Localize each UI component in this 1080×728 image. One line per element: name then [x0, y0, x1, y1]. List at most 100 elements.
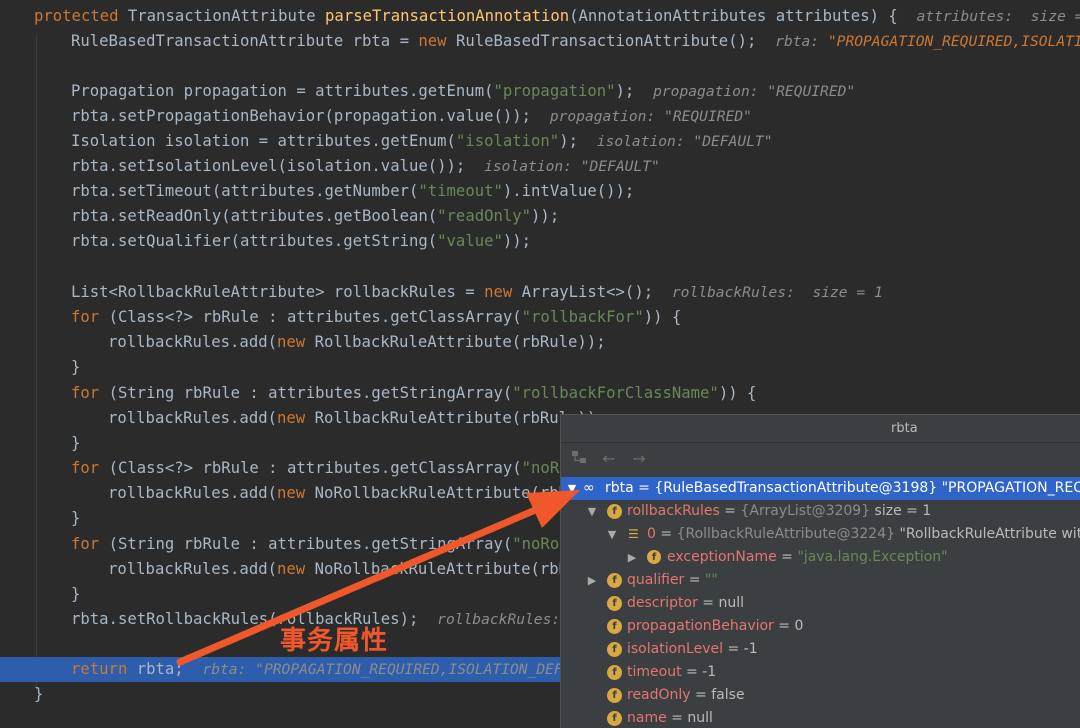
- node-name: exceptionName: [667, 549, 777, 565]
- code-line[interactable]: protected TransactionAttribute parseTran…: [34, 4, 1080, 29]
- code-token: }: [71, 434, 81, 452]
- code-line[interactable]: Propagation propagation = attributes.get…: [71, 79, 1080, 104]
- node-equals: =: [655, 526, 677, 542]
- forward-arrow-icon[interactable]: →: [629, 449, 649, 469]
- expand-arrow-icon[interactable]: ▼: [585, 500, 599, 523]
- list-item-icon: ☰: [628, 527, 639, 541]
- node-equals: =: [719, 503, 741, 519]
- code-line[interactable]: rbta.setQualifier(attributes.getString("…: [71, 229, 1080, 254]
- tree-node-isolationLevel[interactable]: f isolationLevel = -1: [561, 638, 1080, 661]
- node-ref: {RollbackRuleAttribute@3224}: [676, 526, 896, 542]
- code-string: "isolation": [455, 132, 560, 150]
- code-token: new: [277, 409, 315, 427]
- code-line[interactable]: }: [71, 355, 1080, 380]
- tree-node-exceptionName[interactable]: ▶ f exceptionName = "java.lang.Exception…: [561, 546, 1080, 569]
- code-string: "timeout": [418, 182, 503, 200]
- code-token: ));: [531, 207, 560, 225]
- expand-arrow-icon[interactable]: ▼: [565, 477, 579, 500]
- code-token: new: [277, 484, 315, 502]
- code-token: Propagation propagation = attributes.get…: [71, 82, 494, 100]
- field-badge-icon: f: [647, 550, 661, 564]
- node-ref: {RuleBasedTransactionAttribute@3198}: [654, 480, 938, 496]
- tree-node-rbta[interactable]: ▼ ∞ rbta = {RuleBasedTransactionAttribut…: [561, 477, 1080, 500]
- code-line[interactable]: RuleBasedTransactionAttribute rbta = new…: [71, 29, 1080, 54]
- node-equals: =: [697, 595, 719, 611]
- node-equals: =: [776, 549, 798, 565]
- node-equals: =: [773, 618, 795, 634]
- code-token: )) {: [718, 384, 757, 402]
- expand-arrow-icon[interactable]: ▶: [625, 546, 639, 569]
- code-line[interactable]: Isolation isolation = attributes.getEnum…: [71, 129, 1080, 154]
- inline-debug-hint: isolation: "DEFAULT": [596, 133, 773, 150]
- code-token: rbta.setTimeout(attributes.getNumber(: [71, 182, 419, 200]
- inline-debug-hint: rollbackRules: size = 1: [671, 284, 883, 301]
- code-token: (AnnotationAttributes attributes) {: [569, 7, 898, 25]
- node-value: "java.lang.Exception": [797, 549, 948, 565]
- tree-node-descriptor[interactable]: f descriptor = null: [561, 592, 1080, 615]
- code-token: for: [71, 535, 109, 553]
- code-token: ).intValue());: [502, 182, 635, 200]
- popup-toolbar: ← →: [561, 443, 1080, 475]
- node-equals: =: [690, 687, 712, 703]
- code-line[interactable]: for (Class<?> rbRule : attributes.getCla…: [71, 305, 1080, 330]
- code-token: rollbackRules.add(: [108, 409, 277, 427]
- code-string: "readOnly": [437, 207, 532, 225]
- node-value: -1: [702, 664, 717, 680]
- hierarchy-icon[interactable]: [569, 449, 589, 469]
- inline-debug-hint: propagation: "REQUIRED": [549, 108, 752, 125]
- tree-node-timeout[interactable]: f timeout = -1: [561, 661, 1080, 684]
- code-line[interactable]: rollbackRules.add(new RollbackRuleAttrib…: [108, 330, 1080, 355]
- code-string: "rollbackFor": [521, 308, 644, 326]
- annotation-label: 事务属性: [280, 626, 389, 656]
- code-line[interactable]: rbta.setReadOnly(attributes.getBoolean("…: [71, 204, 1080, 229]
- code-token: TransactionAttribute: [127, 7, 326, 25]
- watch-glasses-icon: ∞: [583, 480, 595, 496]
- expand-arrow-icon[interactable]: ▶: [585, 569, 599, 592]
- code-token: for: [71, 308, 109, 326]
- code-token: rbta.setIsolationLevel(isolation.value()…: [71, 157, 466, 175]
- code-token: }: [71, 585, 81, 603]
- code-token: RollbackRuleAttribute(rbRule));: [314, 333, 606, 351]
- node-name: rollbackRules: [627, 503, 720, 519]
- field-badge-icon: f: [607, 665, 622, 680]
- tree-node-item-0[interactable]: ▼ ☰ 0 = {RollbackRuleAttribute@3224} "Ro…: [561, 523, 1080, 546]
- node-name: qualifier: [627, 572, 685, 588]
- code-token: Isolation isolation = attributes.getEnum…: [71, 132, 456, 150]
- node-equals: =: [633, 480, 655, 496]
- node-value: false: [711, 687, 745, 703]
- back-arrow-icon[interactable]: ←: [599, 449, 619, 469]
- code-token: for: [71, 384, 109, 402]
- node-value: "RollbackRuleAttribute with pattern [jav…: [899, 526, 1080, 542]
- code-token: rollbackRules.add(: [108, 560, 277, 578]
- tree-node-name[interactable]: f name = null: [561, 707, 1080, 728]
- code-token: rbta.setPropagationBehavior(propagation.…: [71, 107, 532, 125]
- variable-inspector-popup[interactable]: rbta ← → ▼ ∞ rbta = {RuleBasedTransactio…: [560, 414, 1080, 728]
- code-token: rollbackRules.add(: [108, 484, 277, 502]
- code-token: }: [34, 685, 44, 703]
- code-token: (String rbRule : attributes.getStringArr…: [108, 535, 513, 553]
- expand-arrow-icon[interactable]: ▼: [605, 523, 619, 546]
- inline-debug-hint: attributes: size = 1: [916, 8, 1080, 25]
- code-token: new: [277, 560, 315, 578]
- variable-tree[interactable]: ▼ ∞ rbta = {RuleBasedTransactionAttribut…: [561, 477, 1080, 728]
- node-ref: {ArrayList@3209}: [740, 503, 871, 519]
- code-line[interactable]: rbta.setIsolationLevel(isolation.value()…: [71, 154, 1080, 179]
- tree-node-propagationBehavior[interactable]: f propagationBehavior = 0: [561, 615, 1080, 638]
- code-token: new: [277, 333, 315, 351]
- code-line[interactable]: rbta.setPropagationBehavior(propagation.…: [71, 104, 1080, 129]
- inline-debug-hint: propagation: "REQUIRED": [653, 83, 856, 100]
- code-token: )) {: [643, 308, 682, 326]
- node-equals: =: [723, 641, 744, 657]
- node-value: null: [718, 595, 745, 611]
- tree-node-qualifier[interactable]: ▶ f qualifier = "": [561, 569, 1080, 592]
- code-token: rbta;: [136, 660, 184, 678]
- field-badge-icon: f: [607, 642, 622, 657]
- tree-node-rollbackRules[interactable]: ▼ f rollbackRules = {ArrayList@3209} siz…: [561, 500, 1080, 523]
- code-line[interactable]: for (String rbRule : attributes.getStrin…: [71, 381, 1080, 406]
- code-line[interactable]: rbta.setTimeout(attributes.getNumber("ti…: [71, 179, 1080, 204]
- code-token: (Class<?> rbRule : attributes.getClassAr…: [108, 308, 522, 326]
- field-badge-icon: f: [607, 688, 622, 703]
- node-name: name: [627, 710, 667, 726]
- code-line[interactable]: List<RollbackRuleAttribute> rollbackRule…: [71, 280, 1080, 305]
- tree-node-readOnly[interactable]: f readOnly = false: [561, 684, 1080, 707]
